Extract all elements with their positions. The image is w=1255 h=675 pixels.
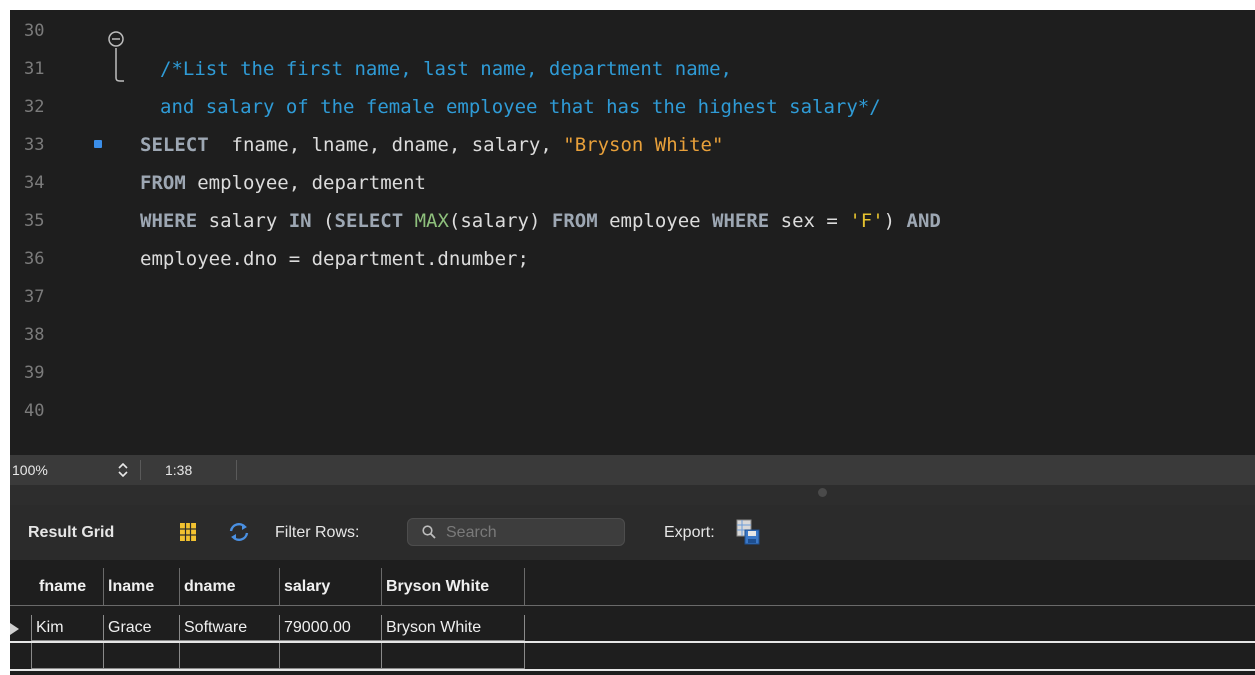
splitter-handle[interactable] (818, 488, 827, 497)
line-number: 37 (24, 287, 45, 307)
line-number: 30 (24, 21, 45, 41)
sql-keyword: FROM (551, 210, 598, 232)
cell-empty[interactable] (104, 643, 180, 669)
search-box[interactable] (407, 518, 625, 546)
divider (140, 460, 141, 480)
column-header-bryson-white[interactable]: Bryson White (382, 568, 525, 605)
sql-text: ) (883, 210, 907, 232)
column-header-lname[interactable]: lname (104, 568, 180, 605)
divider (236, 460, 237, 480)
code-line-32: and salary of the female employee that h… (10, 88, 1255, 126)
table-row-empty[interactable] (10, 643, 525, 669)
sql-keyword: WHERE (140, 210, 198, 232)
sql-keyword: WHERE (712, 210, 770, 232)
cursor-position: 1:38 (165, 462, 193, 478)
code-text: employee.dno = department.dnumber; (140, 248, 529, 270)
cell-empty[interactable] (280, 643, 382, 669)
cell-lname[interactable]: Grace (104, 615, 180, 641)
sql-keyword: FROM (140, 172, 186, 194)
code-line-36: employee.dno = department.dnumber; (10, 240, 1255, 278)
sql-keyword: AND (906, 210, 941, 232)
sql-string: "Bryson White" (563, 134, 724, 156)
line-number: 39 (24, 363, 45, 383)
sql-text: (salary) (448, 210, 552, 232)
cell-salary[interactable]: 79000.00 (280, 615, 382, 641)
cell-bryson-white[interactable]: Bryson White (382, 615, 525, 641)
cell-dname[interactable]: Software (180, 615, 280, 641)
search-icon (422, 525, 436, 539)
code-line-34: FROM employee, department (10, 164, 1255, 202)
editor-status-bar: 100% 1:38 (10, 455, 1255, 485)
export-label: Export: (664, 524, 715, 541)
sql-text: sex = (769, 210, 850, 232)
refresh-icon[interactable] (228, 522, 250, 542)
search-input[interactable] (444, 521, 618, 545)
row-divider (10, 669, 1255, 671)
sql-text: employee, department (185, 172, 426, 194)
sql-text: employee (597, 210, 713, 232)
column-header-salary[interactable]: salary (280, 568, 382, 605)
code-line-31: /*List the first name, last name, depart… (10, 50, 1255, 88)
result-grid-title: Result Grid (28, 524, 115, 541)
sql-keyword: SELECT (140, 134, 209, 156)
sql-comment: /*List the first name, last name, depart… (160, 58, 732, 80)
sql-text: fname, lname, dname, salary, (208, 134, 564, 156)
cell-empty[interactable] (31, 643, 104, 669)
sql-text: salary (197, 210, 289, 232)
column-header-dname[interactable]: dname (180, 568, 280, 605)
sql-keyword: SELECT (334, 210, 404, 232)
column-header-fname[interactable]: fname (35, 568, 104, 605)
zoom-level[interactable]: 100% (12, 455, 48, 485)
grid-icon[interactable] (180, 523, 196, 541)
code-text: FROM employee, department (140, 164, 426, 202)
sql-comment: and salary of the female employee that h… (160, 96, 881, 118)
code-line-35: WHERE salary IN (SELECT MAX(salary) FROM… (10, 202, 1255, 240)
code-text: SELECT fname, lname, dname, salary, "Bry… (140, 126, 723, 164)
result-toolbar: Result Grid Filter Rows: Export: (10, 505, 1255, 560)
cell-empty[interactable] (180, 643, 280, 669)
table-row[interactable]: Kim Grace Software 79000.00 Bryson White (10, 615, 525, 641)
cell-empty[interactable] (382, 643, 525, 669)
filter-rows-label: Filter Rows: (275, 524, 360, 541)
grid-header-row: fname lname dname salary Bryson White (10, 568, 1255, 606)
sql-text: ( (311, 210, 335, 232)
sql-function: MAX (414, 210, 449, 232)
result-grid[interactable]: fname lname dname salary Bryson White Ki… (10, 560, 1255, 675)
export-icon[interactable] (736, 519, 760, 545)
line-number: 40 (24, 401, 45, 421)
sql-string: 'F' (849, 210, 884, 232)
code-text: WHERE salary IN (SELECT MAX(salary) FROM… (140, 202, 941, 240)
line-number: 38 (24, 325, 45, 345)
sql-keyword: IN (288, 210, 312, 232)
sql-editor[interactable]: 30 31 32 33 34 35 36 37 38 39 40 /*List the first … (10, 10, 1255, 455)
cell-fname[interactable]: Kim (31, 615, 104, 641)
fold-icon[interactable] (107, 30, 125, 48)
code-line-33: SELECT fname, lname, dname, salary, "Bry… (10, 126, 1255, 164)
stepper-icon[interactable] (116, 463, 130, 477)
pane-splitter[interactable] (10, 485, 1255, 505)
